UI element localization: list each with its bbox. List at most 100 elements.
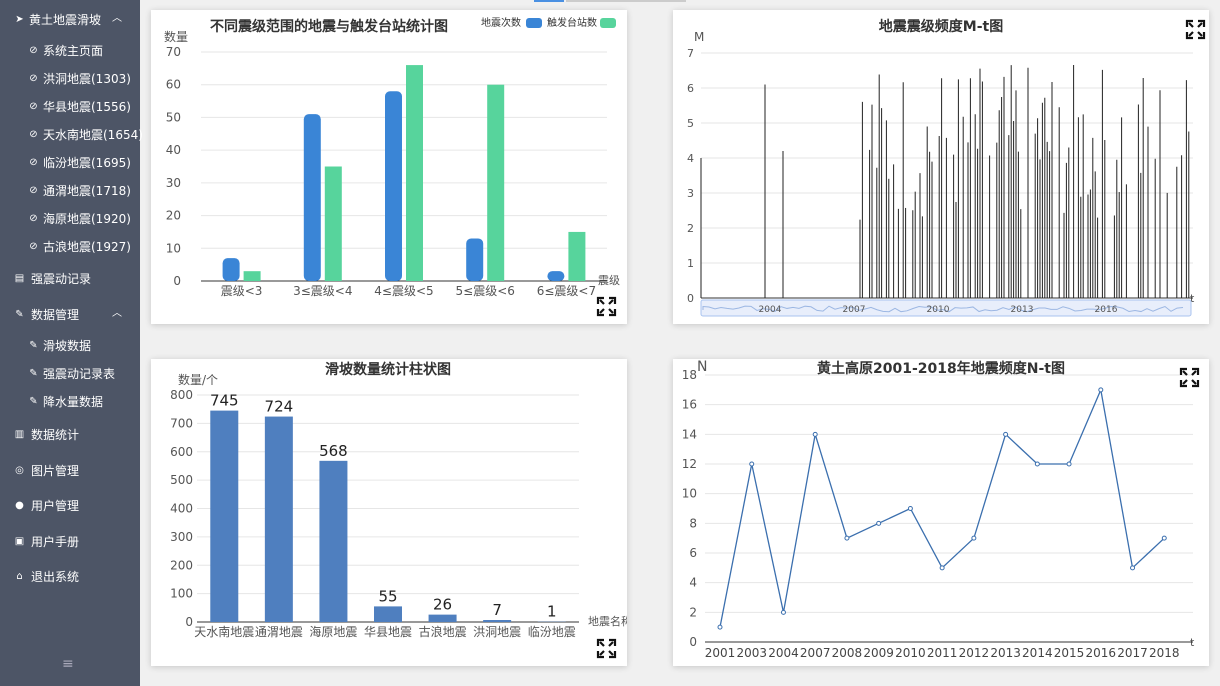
sidebar-item[interactable]: ● 用户管理 (14, 497, 79, 514)
sidebar-item-label: 强震动记录表 (43, 367, 116, 381)
y-tick-label: 0 (689, 635, 697, 649)
series-line (719, 387, 1165, 628)
x-tick-label: 2010 (927, 305, 950, 315)
sidebar-item[interactable]: ✎ 降水量数据 (28, 393, 103, 410)
y-tick-label: 70 (166, 45, 181, 59)
sidebar-group-data[interactable]: ✎ 数据管理 (14, 306, 79, 323)
fullscreen-icon-stroke (608, 308, 614, 314)
sidebar-item[interactable]: ⊘ 系统主页面 (28, 42, 103, 59)
x-tick-label: 2017 (1117, 646, 1148, 660)
y-axis-label: 数量/个 (178, 372, 218, 387)
fullscreen-icon-stroke (1191, 379, 1197, 385)
bar (324, 166, 342, 281)
y-tick-label: 2 (689, 605, 697, 619)
n-t-chart: 黄土高原2001-2018年地震频度N-t图Nt0246810121416182… (682, 359, 1200, 660)
y-tick-label: 5 (687, 117, 694, 130)
fullscreen-icon[interactable] (1185, 19, 1206, 40)
circle-check-icon: ⊘ (29, 185, 38, 196)
sidebar-item-strong[interactable]: ▤ 强震动记录 (14, 270, 91, 287)
x-tick-label: 2013 (990, 646, 1021, 660)
data-label: 7 (492, 601, 502, 619)
manual-icon: ▣ (14, 535, 25, 547)
circle-check-icon: ⊘ (29, 129, 38, 140)
data-point (1130, 565, 1136, 571)
circle-check-icon: ⊘ (29, 101, 38, 112)
fullscreen-icon-stroke (599, 308, 605, 314)
chart-icon: ▥ (14, 429, 25, 440)
sidebar-item-label: 数据统计 (31, 428, 80, 442)
y-tick-label: 300 (170, 530, 193, 544)
top-indicator (534, 0, 564, 2)
y-tick-label: 16 (682, 398, 697, 412)
sidebar-item-label: 用户管理 (31, 499, 80, 513)
y-tick-label: 30 (166, 176, 181, 190)
legend-swatch (600, 18, 616, 28)
fullscreen-icon-stroke (608, 641, 614, 647)
send-icon: ➤ (15, 14, 24, 25)
fullscreen-icon[interactable] (596, 296, 617, 317)
bar (385, 91, 402, 281)
x-tick-label: 2008 (832, 646, 863, 660)
sidebar-item[interactable]: ▣ 用户手册 (14, 533, 79, 550)
sidebar-item[interactable]: ⊘ 临汾地震(1695) (28, 154, 131, 171)
fullscreen-icon[interactable] (1179, 367, 1200, 388)
fullscreen-icon[interactable] (596, 638, 617, 659)
sidebar-item[interactable]: ⊘ 古浪地震(1927) (28, 238, 131, 255)
x-tick-label: 6≤震级<7 (537, 284, 596, 298)
sidebar-group-loess[interactable]: ➤ 黄土地震滑坡 ︿ (14, 11, 122, 28)
fullscreen-icon-stroke (1191, 370, 1197, 376)
sidebar-item[interactable]: ⊘ 通渭地震(1718) (28, 182, 131, 199)
fullscreen-icon-stroke (599, 641, 605, 647)
circle-check-icon: ⊘ (29, 213, 38, 224)
edit-icon: ✎ (15, 309, 24, 320)
circle-check-icon: ⊘ (29, 73, 38, 84)
sidebar-item[interactable]: ▥ 数据统计 (14, 426, 79, 443)
sidebar-item[interactable]: ⊘ 海原地震(1920) (28, 210, 131, 227)
y-tick-label: 6 (689, 546, 697, 560)
sidebar-item[interactable]: ◎ 图片管理 (14, 462, 79, 479)
fullscreen-icon-stroke (1188, 22, 1194, 28)
sidebar-item-label: 临汾地震(1695) (43, 156, 131, 170)
sidebar-item[interactable]: ⊘ 洪洞地震(1303) (28, 70, 131, 87)
bar (303, 114, 321, 282)
image-icon: ◎ (15, 464, 24, 476)
m-t-chart: 地震震级频度M-t图Mt0123456720042007201020132016 (687, 18, 1206, 317)
fullscreen-icon-stroke (1188, 31, 1194, 37)
x-tick-label: 海原地震 (309, 624, 357, 639)
bar (483, 620, 512, 622)
fullscreen-icon-stroke (1197, 31, 1203, 37)
sidebar-item-label: 降水量数据 (43, 395, 104, 409)
bar (547, 271, 565, 281)
x-tick-label: 2013 (1011, 305, 1034, 315)
sidebar-item-label: 图片管理 (31, 463, 80, 478)
y-tick-label: 400 (170, 502, 193, 516)
x-tick-label: 2014 (1022, 646, 1053, 660)
sidebar-item[interactable]: ⊘ 华县地震(1556) (28, 98, 131, 115)
data-point (971, 535, 977, 541)
data-point (1034, 461, 1040, 467)
bar (568, 231, 586, 281)
x-tick-label: 2011 (927, 646, 958, 660)
bar (406, 65, 423, 281)
x-tick-label: 通渭地震 (255, 625, 303, 639)
x-tick-label: 临汾地震 (528, 625, 576, 639)
sidebar-item-label: 系统主页面 (43, 44, 104, 58)
sidebar-item[interactable]: ✎ 滑坡数据 (28, 337, 91, 354)
chart-card-landslide: 滑坡数量统计柱状图 数量/个 地震名称 0 100 200 300 400 500 600 700 8… (151, 359, 632, 666)
data-point (749, 461, 755, 467)
x-tick-label: 2010 (895, 646, 926, 660)
menu-collapse-icon[interactable]: ≡ (62, 656, 74, 672)
y-tick-label: 6 (687, 82, 694, 95)
x-tick-label: 2007 (800, 646, 831, 660)
sidebar-item-label: 古浪地震(1927) (43, 240, 131, 254)
sidebar-item[interactable]: ⌂ 退出系统 (14, 568, 79, 585)
y-tick-label: 4 (689, 576, 697, 590)
fullscreen-icon-stroke (1182, 379, 1188, 385)
x-tick-label: 2015 (1054, 646, 1085, 660)
legend-label: 地震次数 (481, 16, 521, 29)
y-tick-label: 7 (687, 47, 694, 60)
sidebar-item[interactable]: ⊘ 天水南地震(1654) (28, 126, 143, 143)
sidebar-item[interactable]: ✎ 强震动记录表 (28, 365, 115, 382)
chart-card-n-t: 黄土高原2001-2018年地震频度N-t图Nt0246810121416182… (673, 359, 1209, 666)
bar (264, 416, 293, 622)
